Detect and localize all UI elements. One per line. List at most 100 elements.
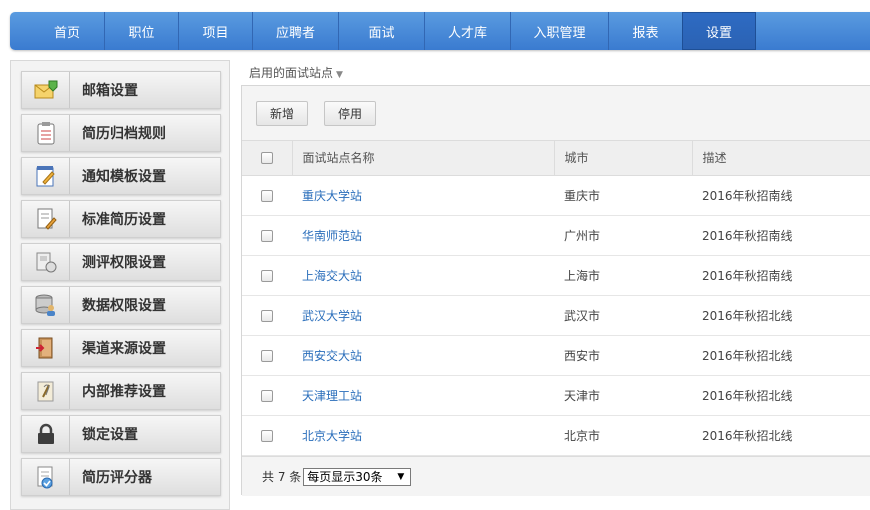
sidebar-item-mail-settings[interactable]: 邮箱设置 [21, 71, 221, 109]
nav-item-onboarding[interactable]: 入职管理 [510, 12, 608, 50]
sidebar-item-label: 数据权限设置 [82, 298, 166, 314]
sidebar-item-lock-settings[interactable]: 锁定设置 [21, 415, 221, 453]
page-size-value: 每页显示30条 [307, 470, 383, 484]
site-name-link[interactable]: 北京大学站 [292, 415, 554, 455]
section-title[interactable]: 启用的面试站点 ▼ [249, 64, 343, 81]
lock-icon [22, 416, 70, 452]
row-select-cell [242, 335, 292, 375]
row-select-cell [242, 295, 292, 335]
nav-item-interviews[interactable]: 面试 [338, 12, 424, 50]
column-header-site-name[interactable]: 面试站点名称 [291, 141, 554, 176]
city-cell: 上海市 [564, 268, 601, 283]
description-cell: 2016年秋招南线 [702, 228, 793, 243]
section-title-text: 启用的面试站点 [249, 66, 334, 80]
table-row: 北京大学站 北京市 2016年秋招北线 [242, 415, 870, 455]
select-all-cell [242, 141, 292, 176]
city-cell: 天津市 [564, 388, 601, 403]
assessment-icon [22, 244, 70, 280]
row-select-cell [242, 255, 292, 295]
notepad-pencil-icon [22, 158, 70, 194]
sidebar-item-label: 内部推荐设置 [82, 384, 166, 400]
nav-item-talent-pool[interactable]: 人才库 [424, 12, 510, 50]
sidebar-item-notify-template[interactable]: 通知模板设置 [21, 157, 221, 195]
site-name-link[interactable]: 上海交大站 [292, 255, 554, 295]
column-header-description[interactable]: 描述 [691, 141, 870, 176]
nav-item-jobs[interactable]: 职位 [104, 12, 178, 50]
nav-item-home[interactable]: 首页 [30, 12, 104, 50]
row-select-cell [242, 175, 292, 215]
sidebar-item-archive-rules[interactable]: 简历归档规则 [21, 114, 221, 152]
city-cell: 重庆市 [564, 188, 601, 203]
caret-down-icon: ▼ [336, 70, 343, 80]
sidebar-item-label: 标准简历设置 [82, 212, 166, 228]
interview-site-table: 面试站点名称 城市 描述 重庆大学站 重庆市 2016年秋招南线 华南师范站 广… [242, 141, 870, 456]
row-select-cell [242, 215, 292, 255]
sidebar-item-label: 锁定设置 [82, 427, 138, 443]
sidebar-item-assessment-permission[interactable]: 测评权限设置 [21, 243, 221, 281]
disable-button[interactable]: 停用 [324, 101, 376, 126]
paperclip-note-icon [22, 373, 70, 409]
site-name-link[interactable]: 西安交大站 [292, 335, 554, 375]
document-edit-icon [22, 201, 70, 237]
column-header-city[interactable]: 城市 [553, 141, 692, 176]
document-check-icon [22, 459, 70, 495]
row-select-cell [242, 415, 292, 455]
sidebar-item-label: 简历归档规则 [82, 126, 166, 142]
sidebar-item-label: 通知模板设置 [82, 169, 166, 185]
sidebar-item-channel-source[interactable]: 渠道来源设置 [21, 329, 221, 367]
sidebar-item-label: 邮箱设置 [82, 83, 138, 99]
toolbar: 新增 停用 [242, 86, 870, 141]
nav-item-reports[interactable]: 报表 [608, 12, 682, 50]
row-checkbox[interactable] [261, 429, 273, 442]
door-exit-icon [22, 330, 70, 366]
table-header-row: 面试站点名称 城市 描述 [242, 141, 870, 176]
description-cell: 2016年秋招北线 [702, 348, 793, 363]
table-row: 武汉大学站 武汉市 2016年秋招北线 [242, 295, 870, 335]
row-checkbox[interactable] [261, 229, 273, 242]
row-checkbox[interactable] [261, 269, 273, 282]
top-nav: 首页 职位 项目 应聘者 面试 人才库 入职管理 报表 设置 [10, 12, 870, 50]
row-checkbox[interactable] [261, 349, 273, 362]
table-row: 天津理工站 天津市 2016年秋招北线 [242, 375, 870, 415]
database-user-icon [22, 287, 70, 323]
select-all-checkbox[interactable] [260, 152, 273, 165]
site-name-link[interactable]: 武汉大学站 [292, 295, 554, 335]
interview-site-panel: 新增 停用 面试站点名称 城市 描述 重庆大学站 重庆市 2016年秋招南线 华… [241, 85, 870, 496]
table-row: 上海交大站 上海市 2016年秋招南线 [242, 255, 870, 295]
description-cell: 2016年秋招北线 [702, 308, 793, 323]
table-row: 重庆大学站 重庆市 2016年秋招南线 [242, 175, 870, 215]
mail-settings-icon [22, 72, 70, 108]
site-name-link[interactable]: 天津理工站 [292, 375, 554, 415]
page-size-select[interactable]: 每页显示30条 ▼ [303, 467, 412, 486]
sidebar-item-referral[interactable]: 内部推荐设置 [21, 372, 221, 410]
sidebar-item-data-permission[interactable]: 数据权限设置 [21, 286, 221, 324]
city-cell: 西安市 [564, 348, 601, 363]
description-cell: 2016年秋招南线 [702, 268, 793, 283]
sidebar-item-label: 测评权限设置 [82, 255, 166, 271]
add-button[interactable]: 新增 [256, 101, 308, 126]
sidebar-item-standard-resume[interactable]: 标准简历设置 [21, 200, 221, 238]
table-row: 华南师范站 广州市 2016年秋招南线 [242, 215, 870, 255]
city-cell: 广州市 [564, 228, 601, 243]
settings-sidebar: 邮箱设置 简历归档规则 通知模板设置 标准简历设置 测评权限设置 数据权限设置 [10, 60, 230, 510]
nav-item-settings[interactable]: 设置 [682, 12, 756, 50]
total-count: 共 7 条 [262, 470, 302, 484]
sidebar-item-resume-scorer[interactable]: 简历评分器 [21, 458, 221, 496]
site-name-link[interactable]: 华南师范站 [292, 215, 554, 255]
city-cell: 北京市 [564, 428, 601, 443]
sidebar-item-label: 简历评分器 [82, 470, 152, 486]
sidebar-item-label: 渠道来源设置 [82, 341, 166, 357]
city-cell: 武汉市 [564, 308, 601, 323]
row-checkbox[interactable] [261, 189, 273, 202]
dropdown-arrow-icon: ▼ [397, 471, 405, 482]
site-name-link[interactable]: 重庆大学站 [292, 175, 554, 215]
row-checkbox[interactable] [261, 309, 273, 322]
nav-item-projects[interactable]: 项目 [178, 12, 252, 50]
clipboard-icon [22, 115, 70, 151]
table-row: 西安交大站 西安市 2016年秋招北线 [242, 335, 870, 375]
row-select-cell [242, 375, 292, 415]
description-cell: 2016年秋招北线 [702, 388, 793, 403]
row-checkbox[interactable] [261, 389, 273, 402]
description-cell: 2016年秋招南线 [702, 188, 793, 203]
nav-item-applicants[interactable]: 应聘者 [252, 12, 338, 50]
